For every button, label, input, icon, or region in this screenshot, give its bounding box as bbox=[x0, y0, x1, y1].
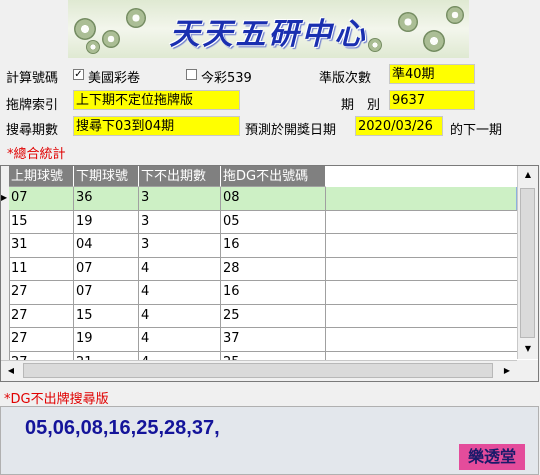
scroll-down-icon[interactable]: ▼ bbox=[518, 340, 538, 358]
horizontal-scrollbar[interactable]: ◀ ▶ bbox=[1, 360, 518, 381]
table-row[interactable]: 31 04 3 16 bbox=[9, 234, 517, 258]
period-field[interactable]: 9637 bbox=[389, 90, 475, 110]
col-prev-ball[interactable]: 上期球號 bbox=[9, 166, 74, 187]
accuracy-label: 準版次數 bbox=[319, 71, 372, 86]
calc-label: 計算號碼 bbox=[6, 71, 59, 86]
scroll-corner bbox=[517, 360, 538, 381]
table-cell: 19 bbox=[74, 210, 139, 233]
stats-grid[interactable]: ▶ 上期球號 下期球號 下不出期數 拖DG不出號碼 07 36 3 08 15 19 3 05… bbox=[0, 165, 539, 382]
col-dg-missing[interactable]: 拖DG不出號碼 bbox=[221, 166, 326, 187]
table-cell: 31 bbox=[9, 234, 74, 257]
vertical-scroll-thumb[interactable] bbox=[520, 188, 535, 338]
search-field[interactable]: 搜尋下03到04期 bbox=[73, 116, 240, 136]
today539-label[interactable]: 今彩539 bbox=[201, 67, 252, 86]
predict-date-field[interactable]: 2020/03/26 bbox=[355, 116, 443, 136]
usa-lottery-label[interactable]: 美國彩卷 bbox=[88, 67, 140, 86]
table-cell: 27 bbox=[9, 304, 74, 327]
table-cell: 25 bbox=[221, 304, 326, 327]
accuracy-field[interactable]: 準40期 bbox=[389, 64, 475, 84]
table-cell: 05 bbox=[221, 210, 326, 233]
scroll-left-icon[interactable]: ◀ bbox=[1, 362, 21, 380]
table-cell: 07 bbox=[74, 281, 139, 304]
index-label: 拖牌索引 bbox=[6, 98, 59, 113]
table-row[interactable]: 27 07 4 16 bbox=[9, 281, 517, 305]
grid-rows: 07 36 3 08 15 19 3 05 31 04 3 16 11 07 4 28 27 07 4 16 27 15 4… bbox=[9, 187, 517, 375]
horizontal-scroll-thumb[interactable] bbox=[23, 363, 493, 378]
table-row[interactable]: 27 19 4 37 bbox=[9, 328, 517, 352]
usa-lottery-checkbox[interactable]: ✓ bbox=[73, 69, 84, 80]
table-cell: 16 bbox=[221, 234, 326, 257]
dg-title: *DG不出牌搜尋版 bbox=[4, 392, 109, 407]
table-filler bbox=[326, 305, 517, 328]
col-missing-count[interactable]: 下不出期數 bbox=[139, 166, 221, 187]
table-cell: 15 bbox=[9, 210, 74, 233]
table-row[interactable]: 15 19 3 05 bbox=[9, 210, 517, 234]
scroll-right-icon[interactable]: ▶ bbox=[497, 362, 517, 380]
table-cell: 27 bbox=[9, 328, 74, 351]
table-filler bbox=[326, 281, 517, 304]
today539-checkbox[interactable] bbox=[186, 69, 197, 80]
table-cell: 37 bbox=[221, 328, 326, 351]
table-cell: 11 bbox=[9, 257, 74, 280]
summary-title: *總合統計 bbox=[7, 147, 66, 162]
table-cell: 4 bbox=[139, 281, 221, 304]
table-cell: 36 bbox=[74, 187, 139, 210]
table-cell: 28 bbox=[221, 257, 326, 280]
table-filler bbox=[326, 234, 517, 257]
table-row[interactable]: 11 07 4 28 bbox=[9, 257, 517, 281]
table-row[interactable]: 07 36 3 08 bbox=[9, 187, 517, 211]
predict-suffix: 的下一期 bbox=[450, 123, 503, 138]
dg-result-text: 05,06,08,16,25,28,37, bbox=[25, 417, 220, 439]
table-cell: 4 bbox=[139, 328, 221, 351]
table-filler bbox=[326, 187, 517, 210]
table-row[interactable]: 27 15 4 25 bbox=[9, 304, 517, 328]
table-cell: 27 bbox=[9, 281, 74, 304]
scroll-up-icon[interactable]: ▲ bbox=[518, 166, 538, 184]
period-label: 期 別 bbox=[341, 98, 381, 113]
table-cell: 3 bbox=[139, 234, 221, 257]
table-cell: 3 bbox=[139, 210, 221, 233]
table-cell: 07 bbox=[74, 257, 139, 280]
table-filler bbox=[326, 211, 517, 234]
table-filler bbox=[326, 328, 517, 351]
table-cell: 4 bbox=[139, 257, 221, 280]
table-cell: 4 bbox=[139, 304, 221, 327]
banner: 天天五研中心 bbox=[68, 0, 469, 58]
row-marker-icon: ▶ bbox=[1, 193, 8, 202]
table-cell: 04 bbox=[74, 234, 139, 257]
search-label: 搜尋期數 bbox=[6, 123, 59, 138]
vertical-scrollbar[interactable]: ▲ ▼ bbox=[517, 166, 538, 359]
table-cell: 07 bbox=[9, 187, 74, 210]
banner-title: 天天五研中心 bbox=[169, 17, 368, 52]
index-field[interactable]: 上下期不定位拖牌版 bbox=[73, 90, 240, 110]
grid-header: 上期球號 下期球號 下不出期數 拖DG不出號碼 bbox=[9, 166, 326, 187]
table-cell: 19 bbox=[74, 328, 139, 351]
brand-button[interactable]: 樂透堂 bbox=[459, 444, 525, 470]
table-filler bbox=[326, 258, 517, 281]
col-next-ball[interactable]: 下期球號 bbox=[74, 166, 139, 187]
table-cell: 16 bbox=[221, 281, 326, 304]
table-cell: 3 bbox=[139, 187, 221, 210]
predict-label: 預測於開獎日期 bbox=[245, 123, 337, 138]
table-cell: 15 bbox=[74, 304, 139, 327]
table-cell: 08 bbox=[221, 187, 326, 210]
